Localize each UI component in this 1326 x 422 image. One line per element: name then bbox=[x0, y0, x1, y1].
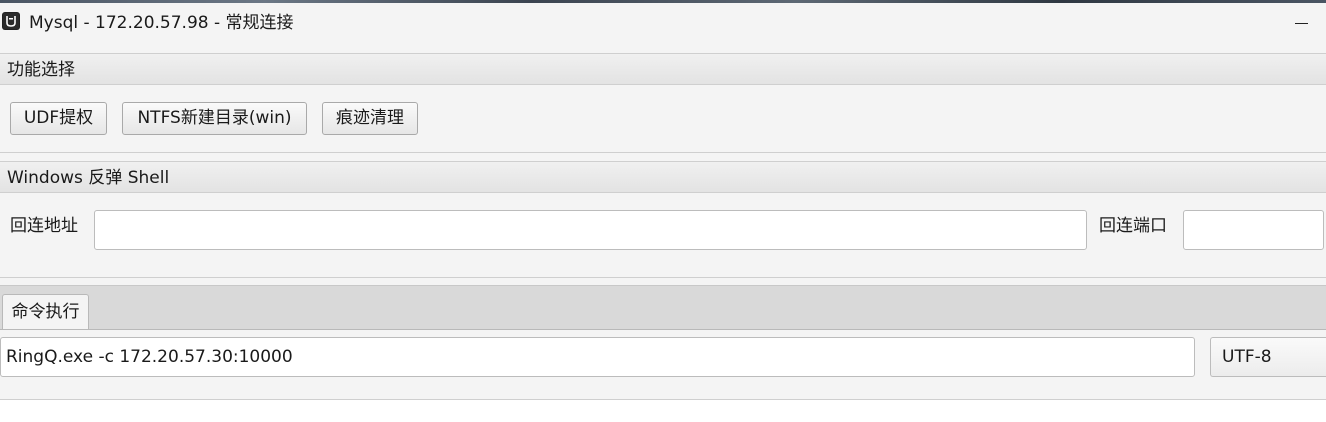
reverse-shell-section-body: 回连地址 回连端口 bbox=[0, 193, 1326, 278]
title-bar[interactable]: Mysql - 172.20.57.98 - 常规连接 bbox=[0, 3, 1326, 43]
function-section-header[interactable]: 功能选择 bbox=[0, 53, 1326, 85]
command-input[interactable]: RingQ.exe -c 172.20.57.30:10000 bbox=[0, 337, 1195, 377]
minimize-button[interactable] bbox=[1286, 5, 1326, 41]
ntfs-new-directory-button[interactable]: NTFS新建目录(win) bbox=[122, 102, 307, 135]
minimize-icon bbox=[1295, 23, 1308, 24]
reverse-shell-section-title: Windows 反弹 Shell bbox=[7, 168, 170, 188]
callback-port-label: 回连端口 bbox=[1099, 216, 1167, 236]
trace-cleanup-button[interactable]: 痕迹清理 bbox=[322, 102, 418, 135]
encoding-select[interactable]: UTF-8 bbox=[1210, 337, 1326, 377]
callback-address-label: 回连地址 bbox=[10, 216, 78, 236]
bottom-blank-area bbox=[0, 400, 1326, 422]
udf-privilege-button[interactable]: UDF提权 bbox=[10, 102, 107, 135]
function-section-body: UDF提权 NTFS新建目录(win) 痕迹清理 bbox=[0, 85, 1326, 153]
window-title: Mysql - 172.20.57.98 - 常规连接 bbox=[29, 13, 294, 33]
command-tab-content: RingQ.exe -c 172.20.57.30:10000 UTF-8 bbox=[0, 329, 1326, 400]
tab-command-execution[interactable]: 命令执行 bbox=[2, 294, 89, 330]
tab-strip: 命令执行 bbox=[0, 285, 1326, 330]
reverse-shell-section-header[interactable]: Windows 反弹 Shell bbox=[0, 161, 1326, 193]
function-section-title: 功能选择 bbox=[7, 60, 75, 80]
callback-port-input[interactable] bbox=[1183, 210, 1324, 250]
callback-address-input[interactable] bbox=[94, 210, 1087, 250]
app-logo-icon bbox=[2, 12, 20, 30]
app-window: Mysql - 172.20.57.98 - 常规连接 功能选择 UDF提权 N… bbox=[0, 0, 1326, 422]
